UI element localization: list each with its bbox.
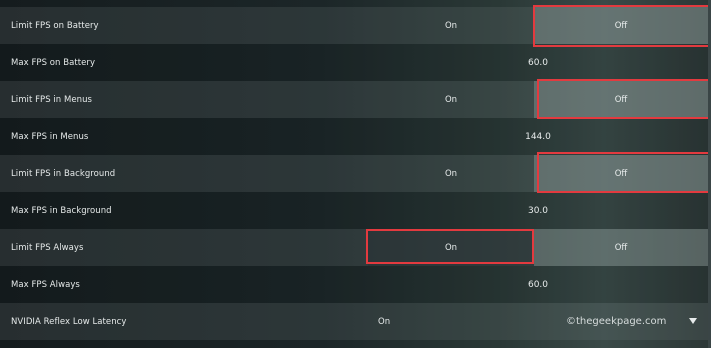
- row-limit-fps-in-menus: Limit FPS in Menus On Off: [0, 81, 708, 118]
- limit-fps-on-battery-off-option[interactable]: Off: [534, 7, 708, 44]
- row-max-fps-in-background: Max FPS in Background 30.0: [0, 192, 708, 229]
- nvidia-reflex-dropdown[interactable]: On: [378, 303, 390, 340]
- limit-fps-always-on-option[interactable]: On: [368, 229, 534, 266]
- settings-list: Limit FPS on Battery On Off Max FPS on B…: [0, 0, 711, 348]
- row-max-fps-on-battery: Max FPS on Battery 60.0: [0, 44, 708, 81]
- limit-fps-in-menus-off-option[interactable]: Off: [534, 81, 708, 118]
- setting-label: Max FPS on Battery: [11, 57, 96, 68]
- setting-label: Limit FPS in Background: [11, 168, 116, 179]
- row-limit-fps-always: Limit FPS Always On Off: [0, 229, 708, 266]
- row-nvidia-reflex-low-latency: NVIDIA Reflex Low Latency On ©thegeekpag…: [0, 303, 708, 340]
- setting-label: Max FPS in Menus: [11, 131, 89, 142]
- row-max-fps-in-menus: Max FPS in Menus 144.0: [0, 118, 708, 155]
- limit-fps-on-battery-on-option[interactable]: On: [368, 7, 534, 44]
- limit-fps-in-background-off-option[interactable]: Off: [534, 155, 708, 192]
- limit-fps-in-background-on-option[interactable]: On: [368, 155, 534, 192]
- chevron-down-icon[interactable]: [689, 318, 697, 324]
- max-fps-always-value[interactable]: 60.0: [368, 266, 708, 303]
- row-max-fps-always: Max FPS Always 60.0: [0, 266, 708, 303]
- max-fps-in-menus-value[interactable]: 144.0: [368, 118, 708, 155]
- watermark: ©thegeekpage.com: [566, 316, 667, 327]
- limit-fps-in-menus-on-option[interactable]: On: [368, 81, 534, 118]
- setting-label: Limit FPS in Menus: [11, 94, 93, 105]
- row-limit-fps-in-background: Limit FPS in Background On Off: [0, 155, 708, 192]
- limit-fps-always-off-option[interactable]: Off: [534, 229, 708, 266]
- row-limit-fps-on-battery: Limit FPS on Battery On Off: [0, 7, 708, 44]
- max-fps-on-battery-value[interactable]: 60.0: [368, 44, 708, 81]
- setting-label: Limit FPS on Battery: [11, 20, 99, 31]
- max-fps-in-background-value[interactable]: 30.0: [368, 192, 708, 229]
- setting-label: NVIDIA Reflex Low Latency: [11, 316, 127, 327]
- setting-label: Max FPS Always: [11, 279, 80, 290]
- setting-label: Limit FPS Always: [11, 242, 84, 253]
- setting-label: Max FPS in Background: [11, 205, 112, 216]
